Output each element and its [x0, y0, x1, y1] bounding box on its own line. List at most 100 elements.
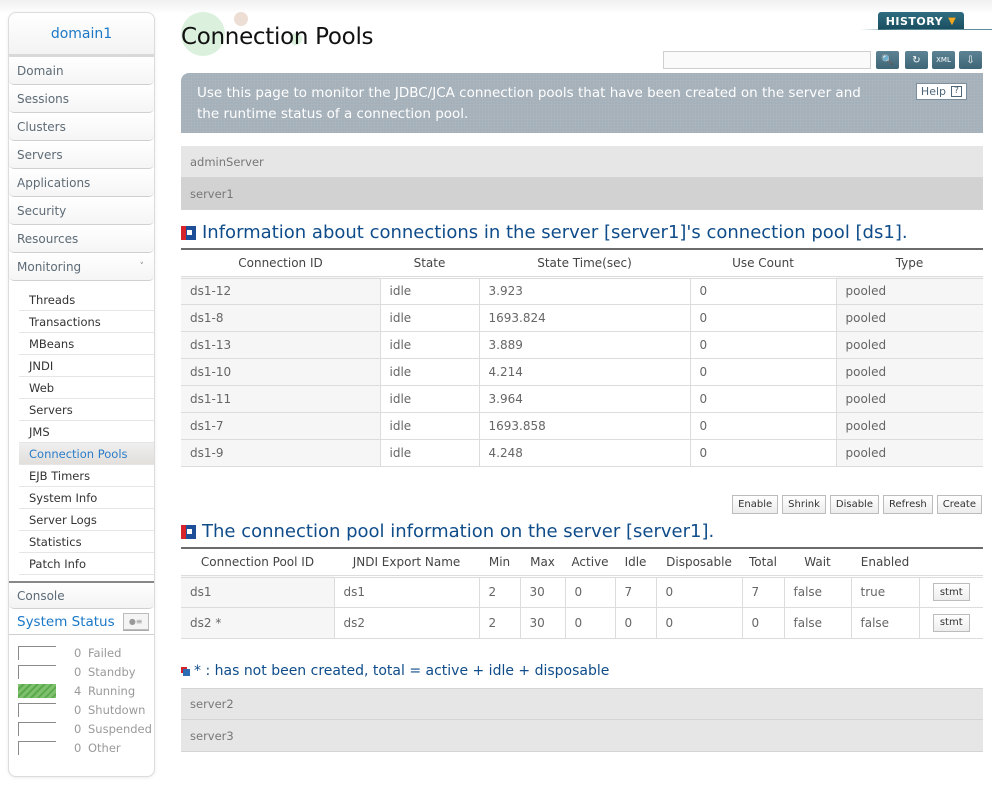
status-row-suspended: 0 Suspended: [18, 719, 154, 738]
sidebar-item-applications[interactable]: Applications: [9, 169, 154, 197]
sidebar-item-console[interactable]: Console: [9, 583, 154, 609]
table-cell: idle: [379, 439, 479, 467]
export-xml-button[interactable]: XML: [932, 51, 955, 69]
sidebar-item-servers[interactable]: Servers: [9, 141, 154, 169]
status-label: Suspended: [88, 721, 152, 736]
status-count: 0: [74, 740, 82, 755]
column-header: State: [380, 248, 479, 279]
history-button[interactable]: HISTORY ▼: [878, 12, 964, 30]
stmt-button[interactable]: stmt: [932, 583, 970, 601]
table-cell: true: [850, 576, 919, 608]
domain-name[interactable]: domain1: [51, 26, 112, 42]
help-label: Help: [920, 85, 946, 98]
table-row[interactable]: ds1-13 idle 3.889 0 pooled: [181, 331, 983, 359]
submenu-item-transactions[interactable]: Transactions: [19, 311, 154, 333]
pool-action-buttons: Enable Shrink Disable Refresh Create: [732, 495, 982, 514]
table-cell: 0: [689, 385, 836, 413]
server-row-server1[interactable]: server1: [181, 178, 983, 210]
sidebar-item-label: Domain: [17, 63, 64, 78]
refresh-button[interactable]: ↻: [905, 51, 928, 69]
submenu-item-jms[interactable]: JMS: [19, 421, 154, 443]
chevron-down-icon[interactable]: ˅: [140, 262, 145, 272]
sidebar-item-label: Security: [17, 203, 67, 218]
search-button[interactable]: 🔍: [876, 51, 899, 69]
status-bar: [18, 664, 56, 679]
table-cell: 2: [478, 607, 520, 639]
table-row[interactable]: ds1-10 idle 4.214 0 pooled: [181, 358, 983, 386]
connections-table: Connection ID State State Time(sec) Use Cou…: [181, 248, 983, 467]
column-header: Disposable: [656, 547, 742, 578]
column-header: Type: [836, 248, 983, 279]
table-cell: 0: [564, 607, 615, 639]
table-row[interactable]: ds1-7 idle 1693.858 0 pooled: [181, 412, 983, 440]
table-cell[interactable]: ds1: [181, 576, 334, 608]
table-row: ds2 * ds2 2 30 0 0 0 0 false false stmt: [181, 607, 983, 639]
server-name: adminServer: [190, 154, 264, 169]
help-button[interactable]: Help ?: [915, 83, 967, 100]
stmt-button[interactable]: stmt: [932, 613, 970, 632]
status-row-standby: 0 Standby: [18, 662, 154, 681]
sidebar-item-sessions[interactable]: Sessions: [9, 85, 154, 113]
column-header: Use Count: [690, 248, 836, 279]
sidebar-item-label: Clusters: [17, 119, 66, 134]
submenu-item-ejb-timers[interactable]: EJB Timers: [19, 465, 154, 487]
column-header: [919, 547, 983, 578]
submenu-item-mbeans[interactable]: MBeans: [19, 333, 154, 355]
search-input[interactable]: [663, 51, 871, 69]
status-count: 0: [74, 664, 82, 679]
column-header: Connection ID: [181, 248, 380, 279]
submenu-item-threads[interactable]: Threads: [19, 289, 154, 311]
page-title: Connection Pools: [181, 24, 374, 50]
table-cell: 0: [689, 331, 836, 359]
toggle-view-icon[interactable]: ●≡: [122, 613, 149, 630]
description-banner: Use this page to monitor the JDBC/JCA co…: [181, 73, 983, 133]
disable-button[interactable]: Disable: [829, 495, 879, 514]
section-bullet-icon: [181, 225, 196, 240]
table-row[interactable]: ds1-9 idle 4.248 0 pooled: [181, 439, 983, 467]
table-cell[interactable]: ds2 *: [181, 607, 334, 639]
server-name: server3: [190, 728, 234, 743]
domain-header[interactable]: domain1: [9, 13, 154, 57]
download-button[interactable]: ⇩: [959, 51, 982, 69]
column-header: Idle: [615, 547, 656, 578]
table-row[interactable]: ds1-12 idle 3.923 0 pooled: [181, 277, 983, 305]
status-count: 0: [74, 702, 82, 717]
sidebar-item-resources[interactable]: Resources: [9, 225, 154, 253]
sidebar-item-security[interactable]: Security: [9, 197, 154, 225]
sidebar-item-clusters[interactable]: Clusters: [9, 113, 154, 141]
server-row-server3[interactable]: server3: [181, 720, 983, 752]
status-label: Running: [88, 683, 136, 698]
submenu-item-jndi[interactable]: JNDI: [19, 355, 154, 377]
table-cell: ds1-7: [181, 412, 380, 440]
table-row[interactable]: ds1-11 idle 3.964 0 pooled: [181, 385, 983, 413]
submenu-item-connection-pools[interactable]: Connection Pools: [19, 443, 154, 465]
table-cell: stmt: [918, 576, 983, 608]
submenu-item-servers[interactable]: Servers: [19, 399, 154, 421]
sidebar-item-monitoring[interactable]: Monitoring ˅: [9, 253, 154, 281]
table-cell: 0: [689, 412, 836, 440]
sidebar-item-domain[interactable]: Domain: [9, 57, 154, 85]
table-cell: pooled: [835, 331, 983, 359]
table-cell: 4.214: [478, 358, 690, 386]
history-divider: [860, 29, 992, 30]
refresh-button[interactable]: Refresh: [883, 495, 933, 514]
create-button[interactable]: Create: [936, 495, 982, 514]
table-row[interactable]: ds1-8 idle 1693.824 0 pooled: [181, 304, 983, 332]
table-cell: 4.248: [478, 439, 690, 467]
submenu-item-patch-info[interactable]: Patch Info: [19, 553, 154, 575]
server-row-adminserver[interactable]: adminServer: [181, 146, 983, 178]
shrink-button[interactable]: Shrink: [782, 495, 826, 514]
sidebar-item-label: Servers: [17, 147, 63, 162]
table-cell: idle: [379, 412, 479, 440]
system-status-title: System Status: [17, 613, 115, 630]
submenu-item-statistics[interactable]: Statistics: [19, 531, 154, 553]
submenu-item-system-info[interactable]: System Info: [19, 487, 154, 509]
submenu-item-server-logs[interactable]: Server Logs: [19, 509, 154, 531]
table-cell: idle: [379, 385, 479, 413]
submenu-item-web[interactable]: Web: [19, 377, 154, 399]
server-row-server2[interactable]: server2: [181, 688, 983, 720]
table-cell: 0: [564, 576, 615, 608]
table-cell: 7: [614, 576, 656, 608]
table-cell: 1693.858: [478, 412, 690, 440]
enable-button[interactable]: Enable: [732, 495, 779, 514]
